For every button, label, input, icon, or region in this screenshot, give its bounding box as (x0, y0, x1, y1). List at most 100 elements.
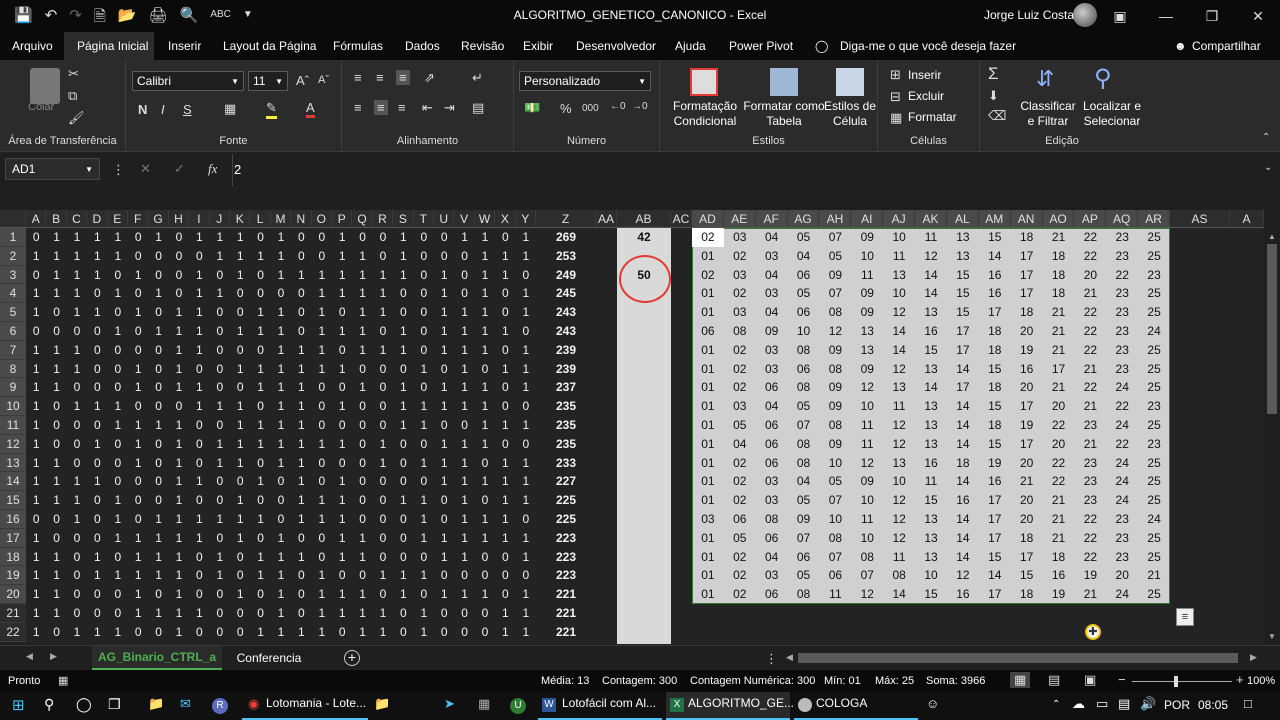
number-cell[interactable]: 01 (692, 585, 724, 604)
binary-cell[interactable]: 0 (393, 284, 413, 303)
binary-cell[interactable]: 1 (373, 284, 393, 303)
binary-cell[interactable]: 0 (352, 397, 372, 416)
binary-cell[interactable]: 1 (128, 435, 148, 454)
number-cell[interactable]: 18 (1043, 247, 1075, 266)
binary-cell[interactable]: 0 (230, 548, 250, 567)
binary-cell[interactable]: 1 (332, 604, 352, 623)
column-header[interactable]: X (495, 210, 516, 228)
binary-cell[interactable]: 1 (128, 266, 148, 285)
fitness-cell[interactable]: 235 (536, 397, 596, 416)
binary-cell[interactable]: 0 (434, 360, 454, 379)
align-middle-icon[interactable]: ≡ (376, 70, 384, 85)
binary-cell[interactable]: 1 (495, 510, 515, 529)
binary-cell[interactable]: 1 (46, 284, 66, 303)
binary-cell[interactable]: 0 (393, 360, 413, 379)
number-cell[interactable]: 14 (883, 585, 915, 604)
binary-cell[interactable]: 0 (148, 266, 168, 285)
binary-cell[interactable]: 0 (291, 604, 311, 623)
number-cell[interactable]: 21 (1011, 472, 1043, 491)
column-header[interactable]: B (46, 210, 67, 228)
binary-cell[interactable]: 1 (332, 247, 352, 266)
windows-start-icon[interactable]: ⊞ (12, 696, 25, 716)
binary-cell[interactable]: 1 (393, 228, 413, 247)
number-cell[interactable]: 15 (979, 228, 1011, 247)
number-cell[interactable]: 17 (979, 529, 1011, 548)
number-cell[interactable]: 04 (756, 266, 788, 285)
number-cell[interactable]: 14 (979, 247, 1011, 266)
binary-cell[interactable]: 1 (271, 341, 291, 360)
number-cell[interactable]: 21 (1043, 303, 1075, 322)
number-cell[interactable]: 18 (979, 378, 1011, 397)
binary-cell[interactable]: 1 (271, 247, 291, 266)
percent-button[interactable]: % (560, 101, 572, 116)
number-cell[interactable]: 02 (724, 566, 756, 585)
number-cell[interactable]: 21 (1043, 228, 1075, 247)
binary-cell[interactable]: 1 (26, 585, 46, 604)
binary-cell[interactable]: 1 (291, 397, 311, 416)
number-cell[interactable]: 20 (1043, 435, 1075, 454)
binary-cell[interactable]: 0 (414, 435, 434, 454)
number-cell[interactable]: 23 (1074, 491, 1106, 510)
number-cell[interactable]: 12 (851, 585, 883, 604)
number-cell[interactable]: 25 (1138, 585, 1170, 604)
number-cell[interactable]: 03 (692, 510, 724, 529)
binary-cell[interactable]: 0 (434, 228, 454, 247)
number-cell[interactable]: 21 (1074, 585, 1106, 604)
binary-cell[interactable]: 1 (352, 548, 372, 567)
binary-cell[interactable]: 1 (46, 266, 66, 285)
number-cell[interactable]: 23 (1074, 454, 1106, 473)
binary-cell[interactable]: 0 (148, 585, 168, 604)
fitness-cell[interactable]: 223 (536, 529, 596, 548)
number-cell[interactable]: 01 (692, 397, 724, 416)
number-cell[interactable]: 06 (692, 322, 724, 341)
column-header[interactable]: G (148, 210, 169, 228)
zoom-level[interactable]: 100% (1247, 675, 1275, 687)
binary-cell[interactable]: 1 (434, 341, 454, 360)
binary-cell[interactable]: 1 (26, 416, 46, 435)
binary-cell[interactable]: 1 (516, 378, 536, 397)
number-cell[interactable]: 17 (947, 322, 979, 341)
tab-layout[interactable]: Layout da Página (223, 39, 316, 53)
font-name-dropdown[interactable]: Calibri ▼ (132, 71, 244, 91)
binary-cell[interactable]: 1 (128, 303, 148, 322)
binary-cell[interactable]: 1 (67, 360, 87, 379)
binary-cell[interactable]: 0 (373, 322, 393, 341)
binary-cell[interactable]: 1 (271, 360, 291, 379)
binary-cell[interactable]: 0 (46, 510, 66, 529)
number-cell[interactable]: 24 (1106, 585, 1138, 604)
binary-cell[interactable]: 1 (312, 566, 332, 585)
binary-cell[interactable]: 0 (87, 454, 107, 473)
binary-cell[interactable]: 1 (352, 529, 372, 548)
binary-cell[interactable]: 0 (26, 228, 46, 247)
number-cell[interactable]: 13 (915, 416, 947, 435)
binary-cell[interactable]: 1 (475, 378, 495, 397)
binary-cell[interactable]: 1 (189, 472, 209, 491)
binary-cell[interactable]: 0 (393, 472, 413, 491)
binary-cell[interactable]: 1 (516, 303, 536, 322)
binary-cell[interactable]: 1 (312, 604, 332, 623)
row-header[interactable]: 20 (0, 585, 26, 604)
binary-cell[interactable]: 0 (189, 247, 209, 266)
binary-cell[interactable]: 1 (271, 604, 291, 623)
binary-cell[interactable]: 1 (393, 566, 413, 585)
number-cell[interactable]: 25 (1138, 303, 1170, 322)
expand-formula-icon[interactable]: ⌄ (1264, 162, 1272, 173)
number-cell[interactable]: 14 (915, 378, 947, 397)
binary-cell[interactable]: 1 (312, 510, 332, 529)
binary-cell[interactable]: 1 (291, 341, 311, 360)
binary-cell[interactable]: 1 (230, 322, 250, 341)
macro-record-icon[interactable]: ▦ (58, 674, 68, 687)
binary-cell[interactable]: 0 (230, 341, 250, 360)
binary-cell[interactable]: 1 (26, 435, 46, 454)
avatar[interactable] (1073, 3, 1097, 27)
binary-cell[interactable]: 1 (352, 266, 372, 285)
number-cell[interactable]: 10 (788, 322, 820, 341)
format-table-button[interactable]: Formatar como Tabela (742, 99, 826, 129)
binary-cell[interactable]: 0 (67, 585, 87, 604)
binary-cell[interactable]: 1 (495, 247, 515, 266)
number-cell[interactable]: 08 (788, 378, 820, 397)
number-cell[interactable]: 21 (1138, 566, 1170, 585)
number-cell[interactable]: 22 (1074, 510, 1106, 529)
binary-cell[interactable]: 0 (373, 585, 393, 604)
binary-cell[interactable]: 0 (67, 454, 87, 473)
